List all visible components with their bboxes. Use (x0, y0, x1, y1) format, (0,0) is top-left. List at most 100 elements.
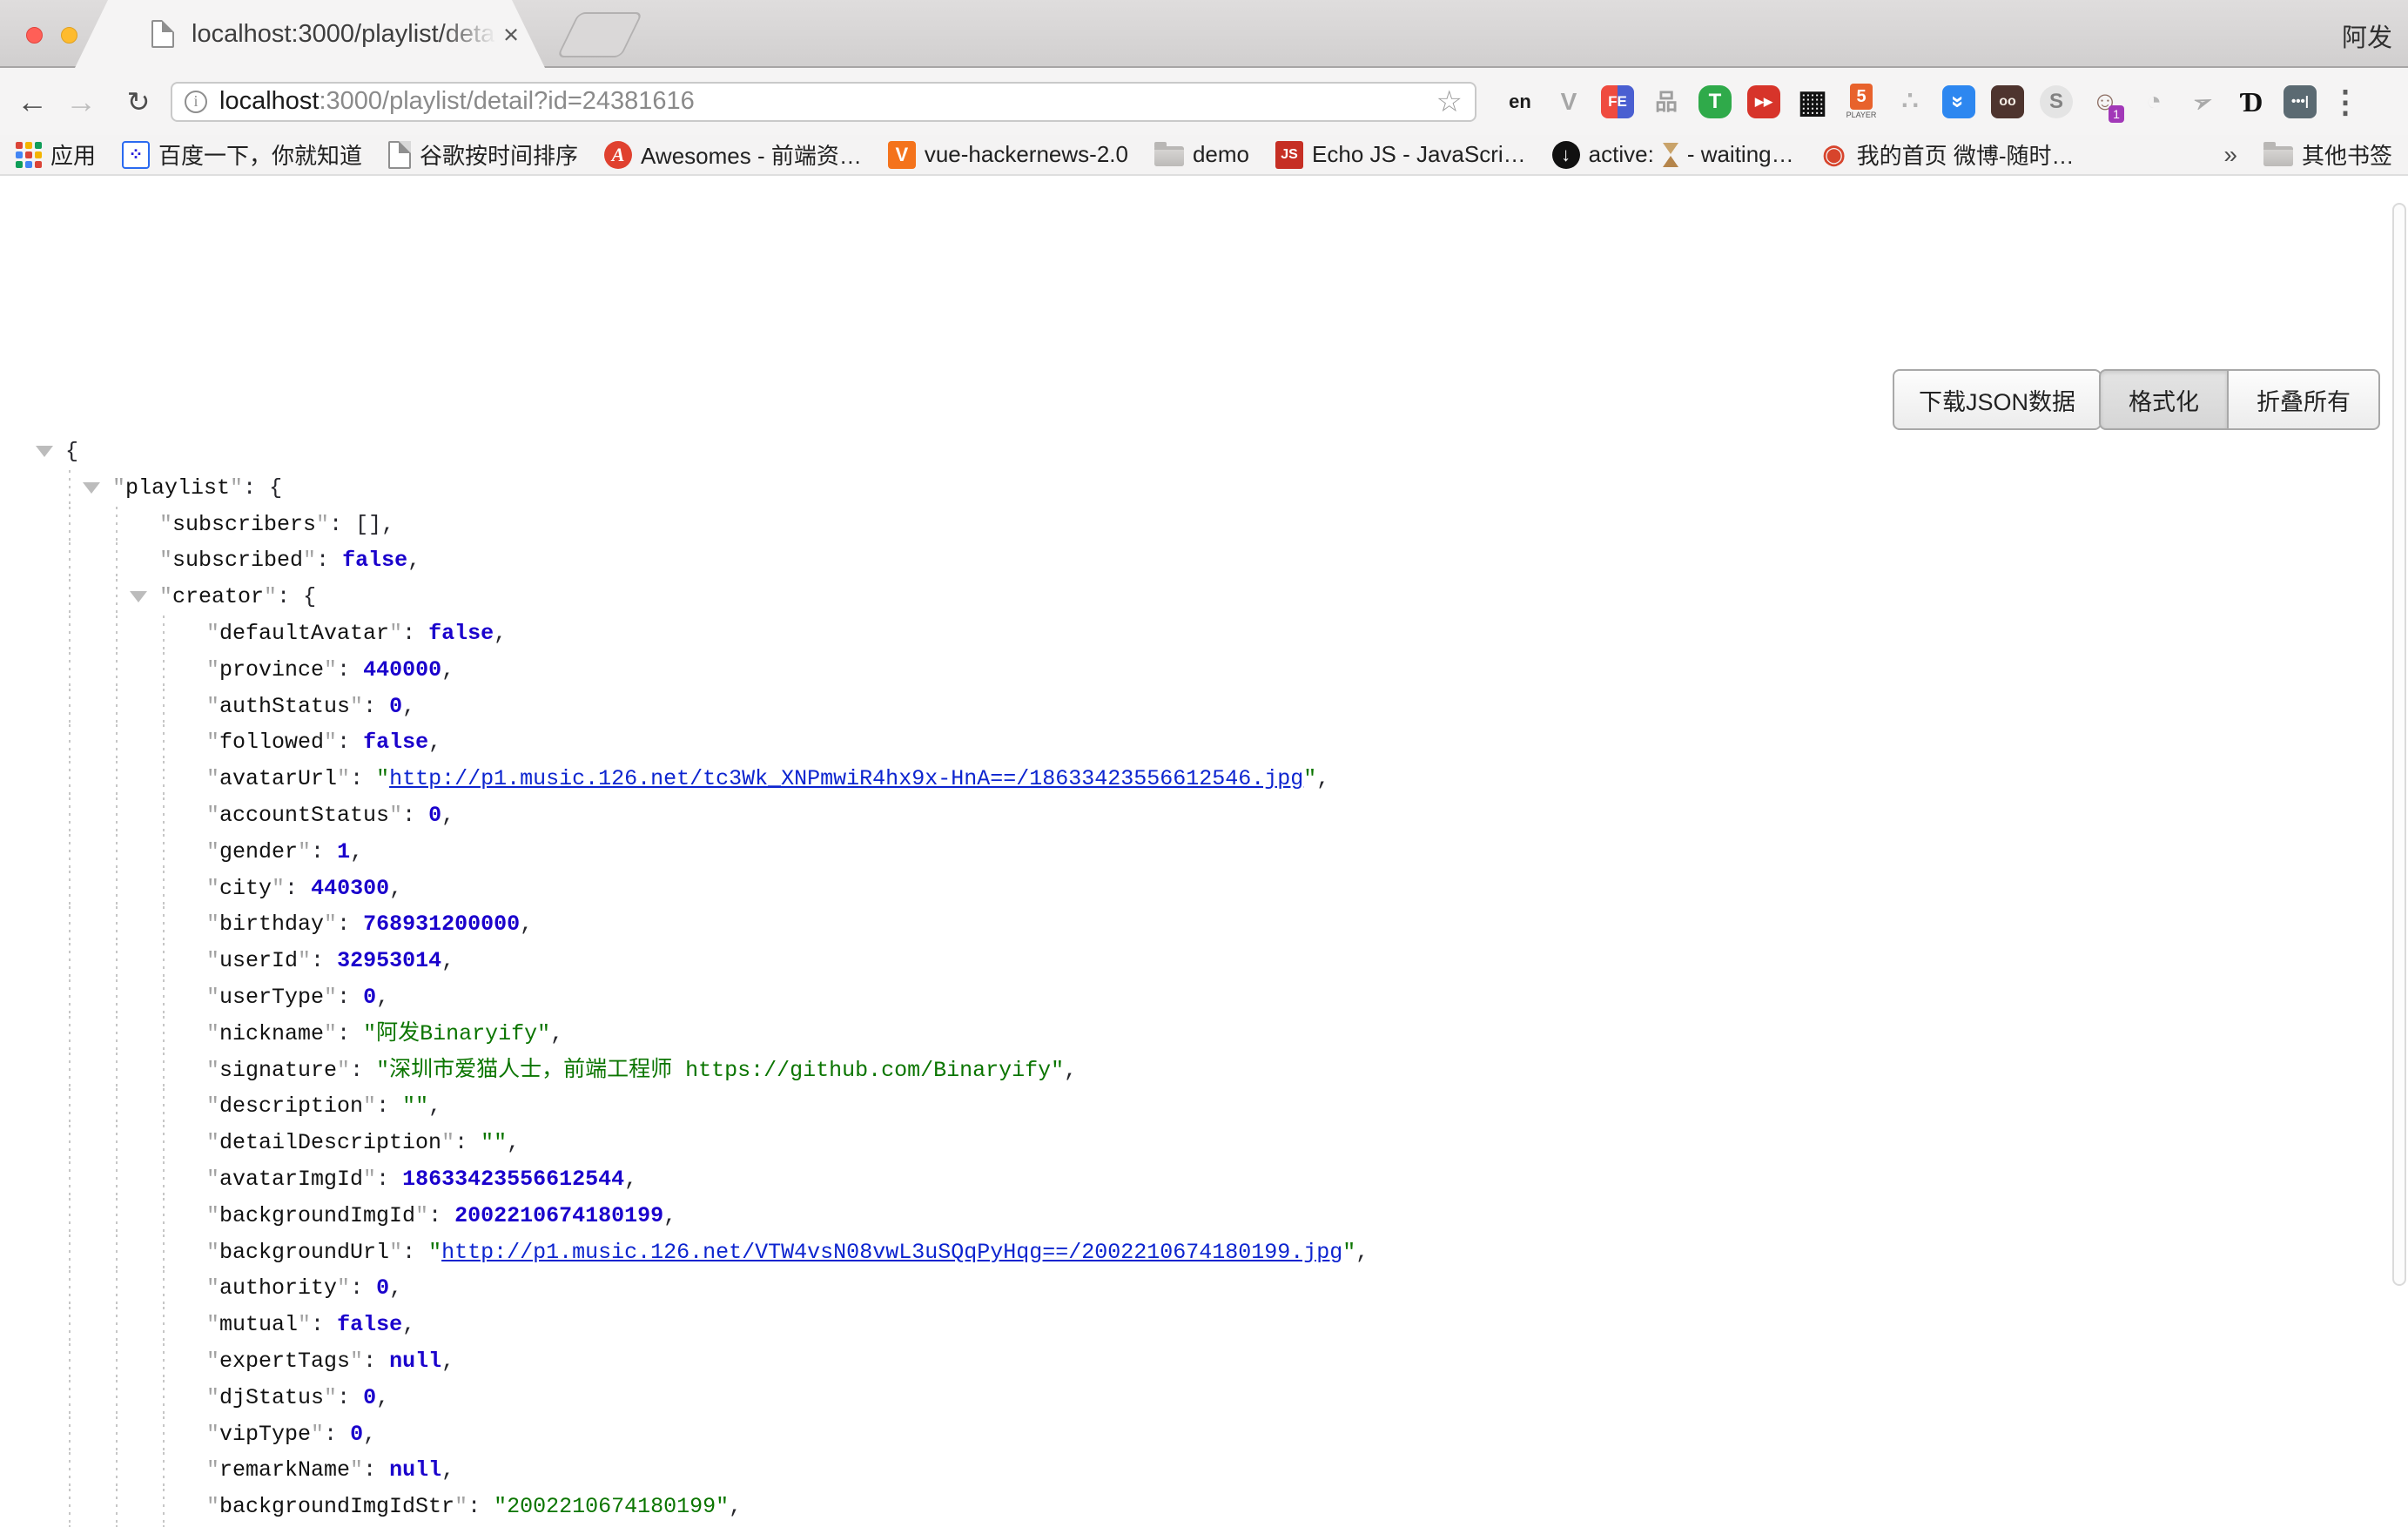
json-token: signature (219, 1058, 337, 1083)
indent-guide (69, 1416, 71, 1453)
profile-name[interactable]: 阿发 (2342, 17, 2392, 54)
json-line: "backgroundUrl": "http://p1.music.126.ne… (0, 1234, 2408, 1271)
hummingbird-icon[interactable]: ➢ (2185, 81, 2220, 123)
url-bar[interactable]: i localhost:3000/playlist/detail?id=2438… (171, 82, 1476, 122)
json-line: "backgroundImgIdStr": "2002210674180199"… (0, 1489, 2408, 1525)
weibo-gray-icon-glyph: ◔ (2137, 85, 2170, 118)
json-token: , (402, 1312, 415, 1337)
url-link[interactable]: http://p1.music.126.net/VTW4vsN08vwL3uSQ… (441, 1240, 1342, 1265)
bookmark-vue-hackernews[interactable]: Vvue-hackernews-2.0 (888, 141, 1128, 169)
collapse-triangle-icon[interactable] (83, 482, 100, 494)
json-token: : (363, 1457, 389, 1483)
vue-v-icon: V (888, 141, 916, 169)
weibo-gray-icon[interactable]: ◔ (2136, 81, 2171, 123)
json-token: nickname (219, 1021, 324, 1046)
indent-guide (69, 761, 71, 797)
blue-chevrons-icon[interactable]: » (1941, 81, 1976, 123)
json-token: , (1355, 1240, 1369, 1265)
paw-icon[interactable]: ∴ (1893, 81, 1927, 123)
tab-close-icon[interactable]: × (503, 21, 519, 48)
awesomes-icon: A (604, 141, 632, 169)
reload-icon[interactable]: ↻ (120, 85, 157, 118)
json-token: 0 (428, 803, 441, 828)
json-token: " (206, 1240, 219, 1265)
qrcode-icon[interactable]: ▦ (1795, 81, 1830, 123)
back-icon[interactable]: ← (14, 84, 50, 120)
info-icon[interactable]: i (185, 91, 207, 113)
json-token: " (206, 985, 219, 1010)
onetab-icon-glyph: •••| (2284, 85, 2317, 118)
url-text[interactable]: localhost:3000/playlist/detail?id=243816… (219, 87, 695, 116)
d-icon[interactable]: Ɗ (2234, 81, 2269, 123)
json-token: " (206, 1203, 219, 1228)
bookmark-google-sort[interactable]: 谷歌按时间排序 (388, 138, 578, 171)
sitemap-icon[interactable]: 品 (1649, 81, 1684, 123)
indent-guide (163, 1416, 165, 1453)
fe-icon-glyph: FE (1601, 85, 1634, 118)
indent-guide (69, 1307, 71, 1343)
translate-icon[interactable]: en (1503, 81, 1537, 123)
json-token: " (324, 1385, 337, 1410)
json-token: , (441, 657, 454, 683)
indent-guide (163, 871, 165, 907)
collapse-triangle-icon[interactable] (36, 446, 53, 457)
fe-icon[interactable]: FE (1600, 81, 1635, 123)
collapse-all-button[interactable]: 折叠所有 (2229, 369, 2380, 430)
bookmark-echojs[interactable]: JS Echo JS - JavaScri… (1275, 141, 1526, 169)
bookmark-awesomes[interactable]: AAwesomes - 前端资… (604, 138, 862, 171)
vue-gray-icon[interactable]: V (1551, 81, 1586, 123)
mask-icon[interactable]: oo (1990, 81, 2025, 123)
json-line: "remarkName": null, (0, 1452, 2408, 1489)
collapse-triangle-icon[interactable] (130, 591, 147, 602)
bookmarks-overflow-icon[interactable]: » (2223, 141, 2237, 169)
json-token: 2002210674180199 (454, 1203, 663, 1228)
json-token: mutual (219, 1312, 298, 1337)
json-token: , (389, 876, 402, 901)
monkey-icon[interactable]: ☺1 (2088, 81, 2122, 123)
browser-tab[interactable]: localhost:3000/playlist/detail?i × (75, 0, 545, 68)
bookmark-apps[interactable]: 应用 (16, 138, 96, 171)
indent-guide (69, 1016, 71, 1053)
minimize-window-button[interactable] (61, 27, 77, 44)
browser-menu-icon[interactable]: ⋮ (2328, 84, 2363, 120)
json-token: " (206, 839, 219, 864)
other-bookmarks[interactable]: 其他书签 (2263, 138, 2392, 171)
new-tab-button[interactable] (556, 12, 642, 57)
bookmark-active[interactable]: ↓active:- waiting… (1552, 141, 1794, 169)
json-token: " (337, 1058, 350, 1083)
bookmark-label: 谷歌按时间排序 (420, 138, 578, 171)
indent-guide (116, 1125, 118, 1161)
json-line: "playlist": { (0, 470, 2408, 507)
bookmark-star-icon[interactable]: ☆ (1436, 87, 1463, 117)
tampermonkey-icon[interactable]: T (1698, 81, 1732, 123)
video-speed-icon[interactable]: ▶▶ (1746, 81, 1781, 123)
json-token: " (206, 1021, 219, 1046)
json-token: false (363, 730, 428, 755)
html5-player-icon[interactable]: 5PLAYER (1844, 81, 1879, 123)
indent-guide (163, 1452, 165, 1489)
baidu-paw-icon: ⁘ (122, 141, 150, 169)
url-link[interactable]: http://p1.music.126.net/tc3Wk_XNPmwiR4hx… (389, 766, 1303, 791)
json-token: , (494, 621, 507, 646)
scrollbar-thumb[interactable] (2392, 203, 2406, 1286)
s-icon[interactable]: S (2039, 81, 2074, 123)
indent-guide (116, 689, 118, 725)
json-line: "description": "", (0, 1088, 2408, 1125)
bookmark-baidu[interactable]: ⁘百度一下，你就知道 (122, 138, 362, 171)
download-json-button[interactable]: 下载JSON数据 (1893, 369, 2102, 430)
json-token: false (428, 621, 494, 646)
bookmark-weibo[interactable]: ◉我的首页 微博-随时… (1820, 138, 2075, 171)
bookmark-demo[interactable]: demo (1154, 141, 1249, 168)
json-line: "userId": 32953014, (0, 943, 2408, 979)
json-token: null (389, 1349, 441, 1374)
js-icon: JS (1275, 141, 1303, 169)
bookmarks-bar: 应用 ⁘百度一下，你就知道 谷歌按时间排序 AAwesomes - 前端资… Vvue-… (0, 135, 2408, 176)
json-token: defaultAvatar (219, 621, 389, 646)
indent-guide (116, 1016, 118, 1053)
format-button[interactable]: 格式化 (2099, 369, 2229, 430)
onetab-icon[interactable]: •••| (2283, 81, 2317, 123)
bookmark-label: Echo JS - JavaScri… (1312, 141, 1526, 168)
indent-guide (69, 1380, 71, 1416)
json-token: " (206, 621, 219, 646)
close-window-button[interactable] (26, 27, 43, 44)
